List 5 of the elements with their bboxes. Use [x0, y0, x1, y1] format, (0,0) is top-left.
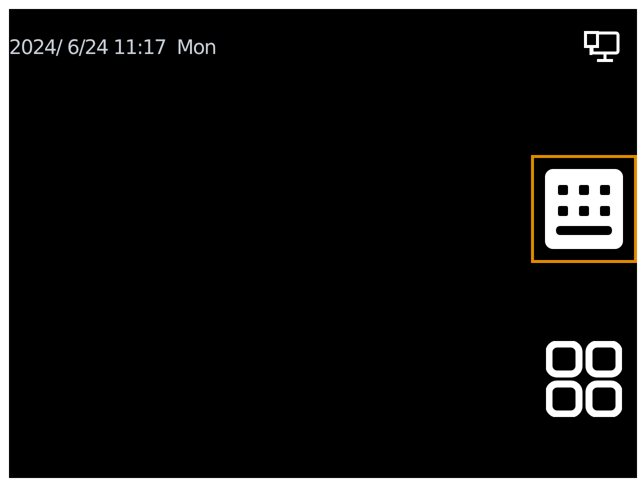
date-time: 2024/ 6/24 11:17 Mon: [9, 34, 216, 61]
keyboard-button[interactable]: [531, 155, 637, 263]
keyboard-icon: [545, 169, 623, 249]
network-icon: [584, 31, 620, 63]
grid-icon: [546, 341, 622, 417]
